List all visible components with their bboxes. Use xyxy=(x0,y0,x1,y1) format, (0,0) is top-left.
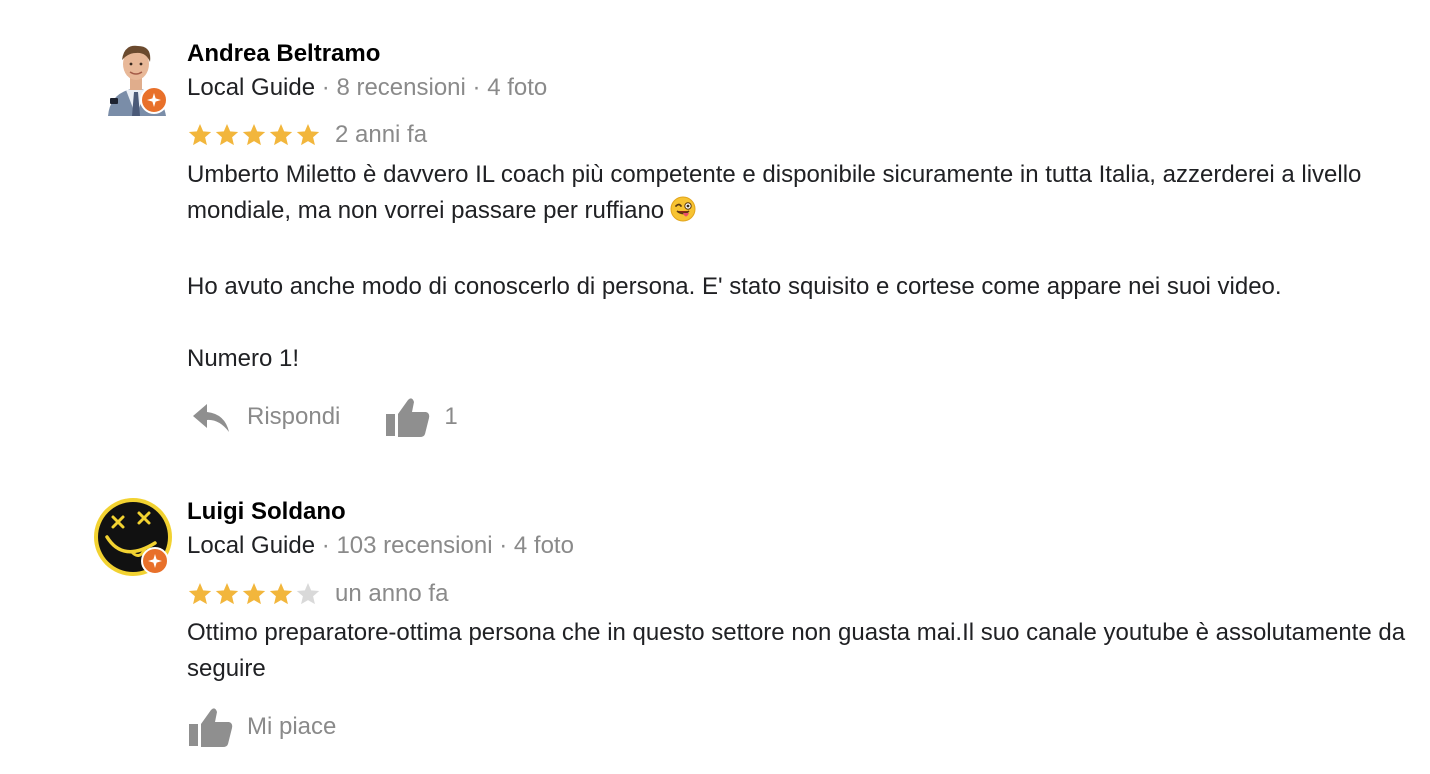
meta-separator: · xyxy=(321,532,330,559)
reviews-count: 103 recensioni xyxy=(336,532,493,559)
like-button[interactable]: Mi piace xyxy=(187,706,336,748)
star-icon xyxy=(215,582,239,605)
review-text: Ottimo preparatore-ottima persona che in… xyxy=(187,615,1407,687)
review-card: Luigi Soldano Local Guide · 103 recensio… xyxy=(0,0,1430,774)
star-icon xyxy=(296,582,320,605)
local-guide-badge-icon xyxy=(141,547,169,575)
star-icon xyxy=(242,582,266,605)
thumbs-up-icon xyxy=(189,708,233,747)
photos-count: 4 foto xyxy=(513,532,574,559)
star-icon xyxy=(188,582,212,605)
avatar[interactable] xyxy=(93,497,172,576)
review-actions: Mi piace xyxy=(187,706,336,748)
review-paragraph: Ottimo preparatore-ottima persona che in… xyxy=(187,619,1406,682)
author-name[interactable]: Luigi Soldano xyxy=(187,498,346,526)
rating-row: un anno fa xyxy=(187,579,448,609)
local-guide-label: Local Guide xyxy=(187,532,316,559)
star-rating xyxy=(187,581,321,607)
meta-separator: · xyxy=(499,532,508,559)
author-meta: Local Guide · 103 recensioni · 4 foto xyxy=(187,532,574,560)
star-icon xyxy=(269,582,293,605)
review-time: un anno fa xyxy=(335,580,449,607)
like-label: Mi piace xyxy=(247,713,337,740)
